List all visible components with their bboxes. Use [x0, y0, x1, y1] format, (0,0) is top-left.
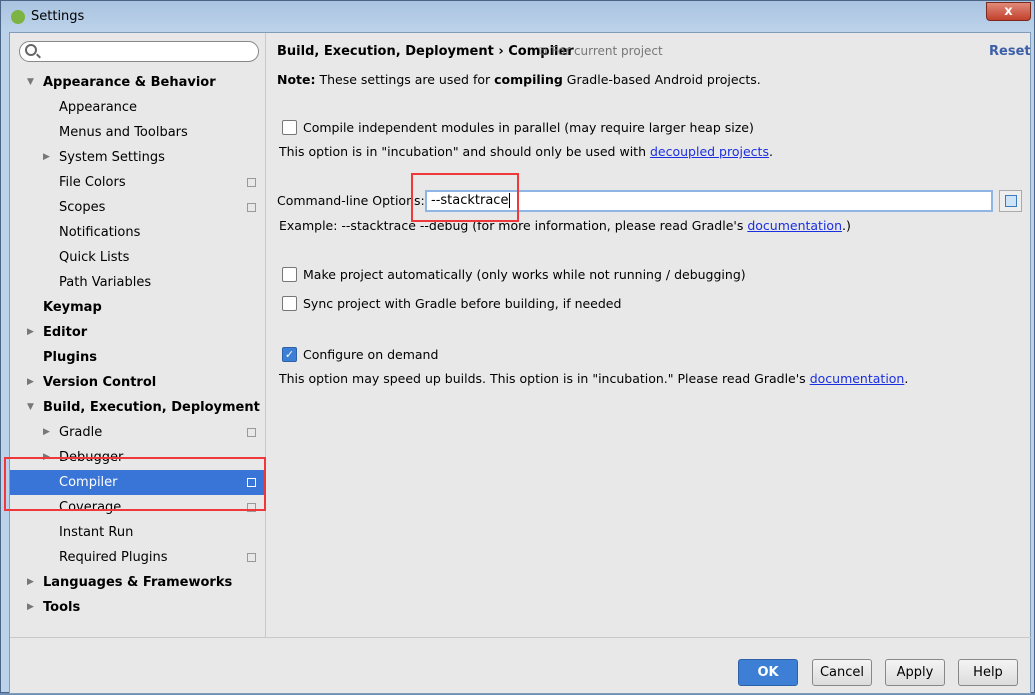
search-icon	[25, 44, 37, 56]
insert-icon	[1005, 195, 1017, 207]
highlight-box-compiler	[4, 457, 266, 511]
make-auto-checkbox[interactable]	[282, 267, 297, 282]
sync-checkbox[interactable]	[282, 296, 297, 311]
settings-window: Settings x ▼ Appearance & Behavior Appeara…	[0, 0, 1035, 695]
tree-item-instant-run[interactable]: Instant Run	[10, 520, 266, 545]
tree-item-editor[interactable]: ▶ Editor	[10, 320, 266, 345]
tree-item-label: Languages & Frameworks	[43, 575, 233, 590]
tree-item-label: Appearance	[59, 100, 138, 115]
tree-item-label: File Colors	[59, 175, 126, 190]
parallel-hint: This option is in "incubation" and shoul…	[279, 144, 773, 159]
tree-item-label: Appearance & Behavior	[43, 75, 216, 90]
chevron-right-icon[interactable]: ▶	[27, 370, 34, 395]
android-studio-icon	[11, 10, 25, 24]
tree-item-label: Gradle	[59, 425, 103, 440]
chevron-right-icon[interactable]: ▶	[27, 320, 34, 345]
tree-item-label: Notifications	[59, 225, 141, 240]
title-bar: Settings x	[1, 1, 1034, 33]
compiler-panel: Build, Execution, Deployment › Compiler …	[267, 33, 1032, 637]
chevron-down-icon[interactable]: ▼	[27, 70, 34, 95]
tree-item-label: Version Control	[43, 375, 157, 390]
apply-button[interactable]: Apply	[885, 659, 945, 686]
on-demand-label: Configure on demand	[303, 347, 439, 362]
make-auto-label: Make project automatically (only works w…	[303, 267, 746, 282]
on-demand-hint: This option may speed up builds. This op…	[279, 371, 909, 386]
tree-item-menus-and-toolbars[interactable]: Menus and Toolbars	[10, 120, 266, 145]
highlight-box-input	[411, 173, 519, 222]
tree-item-label: Quick Lists	[59, 250, 130, 265]
tree-item-gradle[interactable]: ▶ Gradle	[10, 420, 266, 445]
tree-item-plugins[interactable]: Plugins	[10, 345, 266, 370]
ok-button[interactable]: OK	[738, 659, 798, 686]
tree-item-label: Editor	[43, 325, 88, 340]
project-scope-icon	[247, 178, 256, 187]
tree-item-label: Menus and Toolbars	[59, 125, 188, 140]
on-demand-checkbox[interactable]: ✓	[282, 347, 297, 362]
chevron-right-icon[interactable]: ▶	[43, 420, 50, 445]
cmdline-hint: Example: --stacktrace --debug (for more …	[279, 218, 851, 233]
tree-item-appearance[interactable]: Appearance	[10, 95, 266, 120]
tree-item-label: Instant Run	[59, 525, 134, 540]
sync-label: Sync project with Gradle before building…	[303, 296, 622, 311]
breadcrumb: Build, Execution, Deployment › Compiler	[277, 44, 574, 59]
chevron-right-icon[interactable]: ▶	[43, 145, 50, 170]
chevron-right-icon[interactable]: ▶	[27, 595, 34, 620]
tree-item-label: System Settings	[59, 150, 165, 165]
dialog-body: ▼ Appearance & Behavior Appearance Menus an…	[4, 32, 1032, 695]
reset-link[interactable]: Reset	[989, 44, 1031, 59]
project-scope-icon	[247, 428, 256, 437]
parallel-label: Compile independent modules in parallel …	[303, 120, 754, 135]
dialog-footer: OK Cancel Apply Help	[10, 637, 1032, 695]
documentation-link-2[interactable]: documentation	[810, 371, 905, 386]
window-title: Settings	[31, 9, 85, 24]
tree-item-label: Keymap	[43, 300, 102, 315]
tree-item-label: Scopes	[59, 200, 106, 215]
tree-item-keymap[interactable]: Keymap	[10, 295, 266, 320]
tree-item-appearance-behavior[interactable]: ▼ Appearance & Behavior	[10, 70, 266, 95]
tree-item-path-variables[interactable]: Path Variables	[10, 270, 266, 295]
parallel-checkbox[interactable]	[282, 120, 297, 135]
documentation-link[interactable]: documentation	[747, 218, 842, 233]
expand-field-button[interactable]	[999, 190, 1022, 212]
settings-tree: ▼ Appearance & Behavior Appearance Menus an…	[10, 33, 266, 637]
tree-item-label: Plugins	[43, 350, 97, 365]
project-scope-icon	[247, 203, 256, 212]
tree-item-build-execution-deployment[interactable]: ▼ Build, Execution, Deployment	[10, 395, 266, 420]
tree-item-version-control[interactable]: ▶ Version Control	[10, 370, 266, 395]
tree-item-required-plugins[interactable]: Required Plugins	[10, 545, 266, 570]
close-button[interactable]: x	[986, 2, 1031, 21]
tree-item-tools[interactable]: ▶ Tools	[10, 595, 266, 620]
decoupled-projects-link[interactable]: decoupled projects	[650, 144, 769, 159]
tree-item-label: Tools	[43, 600, 81, 615]
search-input[interactable]	[19, 41, 259, 62]
project-scope-icon	[247, 553, 256, 562]
tree-item-languages-frameworks[interactable]: ▶ Languages & Frameworks	[10, 570, 266, 595]
tree-item-notifications[interactable]: Notifications	[10, 220, 266, 245]
note-text: Note: These settings are used for compil…	[277, 72, 761, 87]
tree-item-file-colors[interactable]: File Colors	[10, 170, 266, 195]
tree-item-system-settings[interactable]: ▶ System Settings	[10, 145, 266, 170]
project-scope-label: ⧉ For current project	[539, 44, 663, 58]
cmdline-label: Command-line Options:	[277, 193, 425, 208]
tree-item-quick-lists[interactable]: Quick Lists	[10, 245, 266, 270]
tree-item-label: Build, Execution, Deployment	[43, 400, 260, 415]
chevron-right-icon[interactable]: ▶	[27, 570, 34, 595]
chevron-down-icon[interactable]: ▼	[27, 395, 34, 420]
tree-item-label: Path Variables	[59, 275, 152, 290]
tree-item-label: Required Plugins	[59, 550, 168, 565]
cancel-button[interactable]: Cancel	[812, 659, 872, 686]
tree-item-scopes[interactable]: Scopes	[10, 195, 266, 220]
help-button[interactable]: Help	[958, 659, 1018, 686]
